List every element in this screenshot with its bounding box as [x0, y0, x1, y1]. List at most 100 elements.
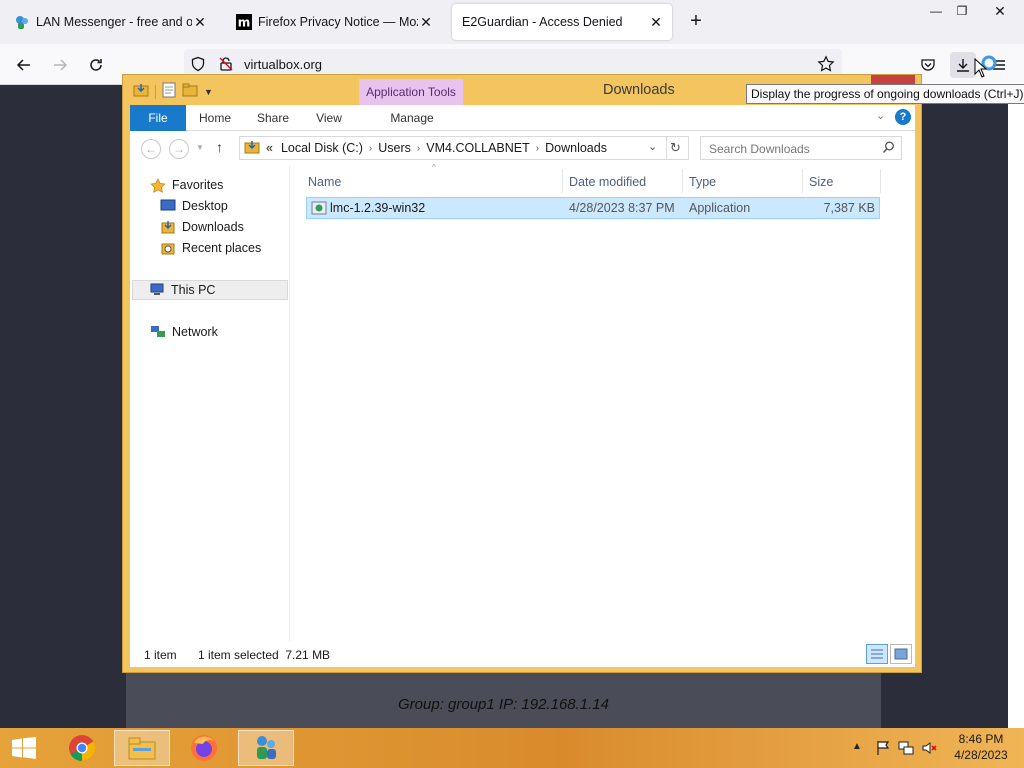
expand-ribbon-icon[interactable]: ⌄ — [876, 109, 885, 122]
explorer-content: Favorites Desktop Downloads Recent place… — [130, 163, 915, 641]
tab-close-icon[interactable]: ✕ — [192, 14, 208, 30]
item-count: 1 item — [144, 648, 177, 662]
recent-locations-icon[interactable]: ▼ — [196, 143, 204, 152]
recent-places-icon — [160, 241, 176, 255]
breadcrumb-local-disk[interactable]: Local Disk (C:) — [281, 141, 363, 155]
breadcrumb-separator-icon[interactable]: › — [417, 143, 420, 154]
up-arrow-icon[interactable]: ↑ — [216, 139, 223, 155]
taskbar-firefox[interactable] — [176, 730, 232, 766]
sort-ascending-icon: ^ — [432, 163, 436, 172]
volume-muted-icon[interactable] — [921, 740, 937, 756]
download-arrow-icon — [957, 59, 969, 72]
back-button[interactable] — [11, 52, 37, 78]
nav-recent-label: Recent places — [182, 241, 262, 255]
connection-icon[interactable] — [218, 56, 234, 75]
restore-icon[interactable]: ❐ — [944, 0, 980, 22]
column-date-modified[interactable]: Date modified — [569, 175, 646, 191]
column-size[interactable]: Size — [809, 175, 833, 191]
explorer-back-button[interactable]: ← — [141, 139, 161, 159]
details-view-button[interactable] — [866, 644, 888, 664]
action-center-flag-icon[interactable] — [875, 740, 891, 756]
ribbon-tab-file[interactable]: File — [130, 105, 186, 131]
ribbon-tab-manage[interactable]: Manage — [382, 105, 442, 131]
ribbon-tab-share[interactable]: Share — [248, 105, 298, 131]
properties-icon[interactable] — [162, 82, 176, 101]
ribbon-tab-view[interactable]: View — [306, 105, 352, 131]
nav-favorites-label: Favorites — [172, 178, 224, 192]
close-window-icon[interactable]: ✕ — [982, 0, 1018, 22]
new-folder-icon[interactable] — [182, 82, 198, 101]
page-background-strip — [1008, 85, 1024, 728]
tracking-shield-icon[interactable] — [190, 56, 206, 75]
new-tab-button[interactable]: + — [684, 10, 708, 34]
taskbar-file-explorer[interactable] — [114, 730, 170, 766]
breadcrumb-overflow[interactable]: « — [266, 141, 273, 155]
application-tools-tab[interactable]: Application Tools — [359, 79, 463, 105]
clock-date: 4/28/2023 — [954, 748, 1008, 762]
customize-dropdown-icon[interactable]: ▼ — [204, 87, 213, 97]
search-downloads-input[interactable]: Search Downloads — [700, 136, 902, 160]
tab-lan-messenger[interactable]: LAN Messenger - free and open ✕ — [4, 4, 216, 40]
url-text[interactable]: virtualbox.org — [244, 57, 322, 72]
column-name[interactable]: Name — [308, 175, 341, 191]
help-icon[interactable]: ? — [895, 109, 911, 125]
reload-icon — [90, 59, 102, 71]
taskbar-chrome[interactable] — [54, 730, 110, 766]
nav-downloads-label: Downloads — [182, 220, 244, 234]
large-icons-view-icon — [894, 648, 908, 660]
breadcrumb-separator-icon[interactable]: › — [536, 143, 539, 154]
forward-button[interactable] — [47, 52, 73, 78]
file-row[interactable]: lmc-1.2.39-win32 4/28/2023 8:37 PM Appli… — [306, 197, 880, 219]
breadcrumb-vm4-collabnet[interactable]: VM4.COLLABNET — [426, 141, 530, 155]
lan-messenger-icon — [257, 736, 276, 759]
show-hidden-icons-icon[interactable]: ▲ — [852, 741, 862, 752]
tab-e2guardian[interactable]: E2Guardian - Access Denied ✕ — [452, 4, 672, 40]
nav-downloads[interactable]: Downloads — [160, 217, 244, 237]
tab-close-icon[interactable]: ✕ — [418, 14, 434, 30]
nav-favorites[interactable]: Favorites — [150, 175, 223, 195]
nav-network-label: Network — [172, 325, 218, 339]
taskbar-lan-messenger[interactable] — [238, 730, 294, 766]
tab-firefox-privacy[interactable]: m Firefox Privacy Notice — Mozilla ✕ — [226, 4, 442, 40]
reload-button[interactable] — [83, 52, 109, 78]
breadcrumb-downloads[interactable]: Downloads — [545, 141, 607, 155]
refresh-icon[interactable]: ↻ — [670, 140, 681, 156]
application-file-icon — [311, 200, 327, 219]
address-dropdown-icon[interactable]: ⌄ — [648, 140, 657, 153]
ribbon-tabs: File Home Share View Manage ⌄ ? — [130, 105, 915, 131]
downloads-folder-icon — [244, 139, 260, 158]
star-icon — [150, 178, 166, 193]
search-icon[interactable] — [882, 141, 895, 157]
explorer-title: Downloads — [603, 82, 675, 98]
nav-this-pc[interactable]: This PC — [132, 280, 288, 300]
breadcrumb-separator-icon[interactable]: › — [369, 143, 372, 154]
nav-recent-places[interactable]: Recent places — [160, 238, 261, 258]
downloads-button[interactable] — [950, 52, 976, 78]
column-type[interactable]: Type — [689, 175, 716, 191]
tab-close-icon[interactable]: ✕ — [648, 14, 664, 30]
address-row: ← → ▼ ↑ « Local Disk (C:) › Users › VM4.… — [130, 131, 915, 165]
nav-network[interactable]: Network — [150, 322, 218, 342]
file-name: lmc-1.2.39-win32 — [330, 201, 426, 215]
computer-icon — [149, 283, 165, 297]
start-button[interactable] — [0, 730, 48, 766]
network-tray-icon[interactable] — [898, 740, 914, 756]
address-bar[interactable]: « Local Disk (C:) › Users › VM4.COLLABNE… — [239, 136, 689, 160]
lan-messenger-favicon-icon — [14, 14, 30, 30]
file-date: 4/28/2023 8:37 PM — [569, 201, 675, 215]
taskbar: ▲ 8:46 PM 4/28/2023 — [0, 728, 1024, 768]
large-icons-view-button[interactable] — [890, 644, 912, 664]
windows-logo-icon — [12, 737, 36, 759]
file-explorer-icon — [128, 737, 156, 760]
folder-down-icon[interactable] — [133, 82, 149, 101]
nav-desktop[interactable]: Desktop — [160, 196, 228, 216]
taskbar-clock[interactable]: 8:46 PM 4/28/2023 — [946, 731, 1016, 763]
breadcrumb-users[interactable]: Users — [378, 141, 411, 155]
file-explorer-window: ▼ Application Tools Downloads File Home … — [122, 74, 922, 673]
navigation-pane: Favorites Desktop Downloads Recent place… — [130, 165, 290, 641]
bookmark-star-icon[interactable] — [817, 55, 835, 76]
firefox-icon — [191, 735, 217, 761]
ribbon-tab-home[interactable]: Home — [192, 105, 238, 131]
nav-desktop-label: Desktop — [182, 199, 228, 213]
explorer-forward-button[interactable]: → — [169, 139, 189, 159]
